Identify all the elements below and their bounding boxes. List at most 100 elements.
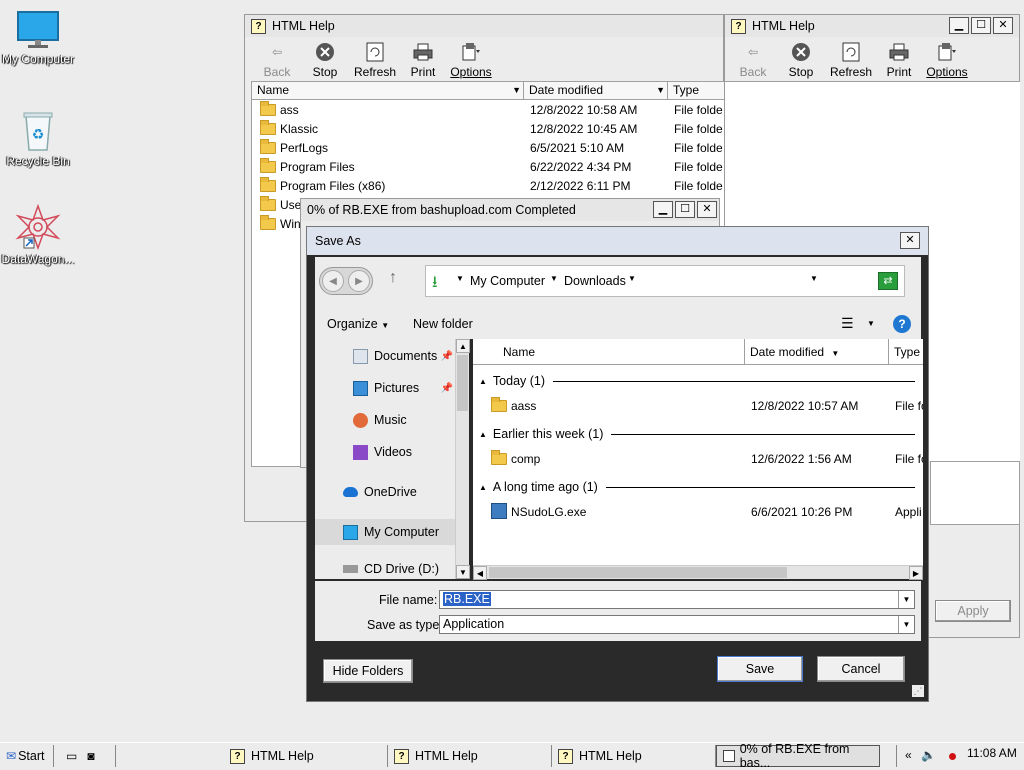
minimize-button[interactable]: ▁ [949,17,969,34]
new-folder-button[interactable]: New folder [413,317,473,331]
group-header[interactable]: ▲ Today (1) [479,371,915,391]
organize-button[interactable]: Organize ▼ [327,317,389,331]
column-header-date[interactable]: Date modified ▼ [745,339,889,365]
save-type-select[interactable]: Application ▼ [439,615,915,634]
taskbar-item-download[interactable]: 0% of RB.EXE from bas... [716,742,880,770]
stop-button[interactable]: Stop [299,37,351,79]
back-button[interactable]: ⇦ Back [727,37,779,79]
column-header-type[interactable]: Type [668,82,726,100]
close-button[interactable]: ✕ [697,201,717,218]
address-bar[interactable]: ⭳ ▼ My Computer ▼ Downloads ▼ ▼ ⇄ [425,265,905,297]
hide-folders-button[interactable]: Hide Folders [323,659,413,683]
nav-label: Music [374,413,407,427]
desktop-icon-datawagon[interactable]: DataWagon... [0,204,76,266]
chevron-down-icon[interactable]: ▼ [656,82,665,99]
navigation-pane[interactable]: Documents 📌 Pictures 📌 Music Videos OneD… [315,339,470,579]
back-arrow-icon[interactable]: ◀ [322,270,344,292]
options-button[interactable]: Options [921,37,973,79]
chevron-down-icon[interactable]: ▼ [628,274,636,283]
taskbar-item-html-help-2[interactable]: ? HTML Help [388,745,552,767]
desktop-icon-label: Recycle Bin [6,154,70,168]
stop-button[interactable]: Stop [775,37,827,79]
taskbar-item-html-help-3[interactable]: ? HTML Help [552,745,716,767]
show-desktop-icon[interactable]: ▭ [66,749,77,763]
nav-item-my-computer[interactable]: My Computer [315,519,455,545]
back-forward-buttons[interactable]: ◀ ▶ [319,267,373,295]
group-header[interactable]: ▲ A long time ago (1) [479,477,915,497]
forward-arrow-icon[interactable]: ▶ [348,270,370,292]
maximize-button[interactable]: ☐ [675,201,695,218]
cancel-button[interactable]: Cancel [817,656,905,682]
quick-launch-icon[interactable]: ◙ [87,749,94,763]
nav-item-videos[interactable]: Videos [315,439,455,465]
minimize-icon: ▁ [658,203,668,215]
save-as-dialog[interactable]: Save As ✕ ◀ ▶ ↑ ⭳ ▼ My Computer ▼ Downlo… [306,226,929,702]
list-item[interactable]: comp 12/6/2022 1:56 AM File fo [473,450,923,469]
chevron-down-icon[interactable]: ▼ [867,319,875,328]
chevron-down-icon[interactable]: ▼ [550,274,558,283]
table-row[interactable]: Program Files (x86) 2/12/2022 6:11 PM Fi… [252,177,724,196]
nav-scrollbar[interactable]: ▲ ▼ [455,339,470,579]
title-bar[interactable]: ? HTML Help [245,15,723,37]
column-header-type[interactable]: Type [889,339,923,365]
file-name-input[interactable]: RB.EXE ▼ [439,590,915,609]
nav-item-onedrive[interactable]: OneDrive [315,479,455,505]
chevron-down-icon[interactable]: ▼ [456,274,464,283]
table-row[interactable]: ass 12/8/2022 10:58 AM File folde [252,101,724,120]
printer-icon [888,41,910,63]
desktop-icon-recycle-bin[interactable]: ♻ Recycle Bin [0,108,76,168]
table-row[interactable]: Program Files 6/22/2022 4:34 PM File fol… [252,158,724,177]
print-button[interactable]: Print [397,37,449,79]
speaker-icon[interactable]: 🔈 [921,748,936,762]
record-icon[interactable] [949,753,956,760]
up-arrow-icon[interactable]: ↑ [389,269,397,287]
chevron-down-icon[interactable]: ▼ [898,591,914,608]
save-button[interactable]: Save [717,656,803,682]
nav-item-music[interactable]: Music [315,407,455,433]
nav-item-documents[interactable]: Documents 📌 [315,343,455,369]
column-header-name[interactable]: Name ▼ [252,82,524,100]
save-file-list[interactable]: Name Date modified ▼ Type ▲ Today (1) aa… [473,339,923,580]
table-row[interactable]: PerfLogs 6/5/2021 5:10 AM File folde [252,139,724,158]
back-button[interactable]: ⇦ Back [251,37,303,79]
options-button[interactable]: Options [445,37,497,79]
scroll-up-icon[interactable]: ▲ [456,339,470,353]
close-button[interactable]: ✕ [993,17,1013,34]
scroll-down-icon[interactable]: ▼ [456,565,470,579]
group-header[interactable]: ▲ Earlier this week (1) [479,424,915,444]
scroll-left-icon[interactable]: ◀ [473,566,487,580]
breadcrumb-downloads[interactable]: Downloads [564,274,626,288]
column-header-date[interactable]: Date modified ▼ [524,82,668,100]
refresh-button[interactable]: Refresh [349,37,401,79]
help-icon[interactable]: ? [893,315,911,333]
start-button[interactable]: ✉ Start [2,745,54,767]
apply-button[interactable]: Apply [935,600,1011,622]
chevron-left-icon[interactable]: « [905,748,912,762]
desktop-icon-my-computer[interactable]: My Computer [0,10,76,66]
taskbar-item-html-help-1[interactable]: ? HTML Help [224,745,388,767]
title-bar[interactable]: Save As [307,227,928,255]
resize-grip-icon[interactable]: ⋰ [912,685,924,697]
chevron-down-icon[interactable]: ▼ [512,82,521,99]
column-header-name[interactable]: Name [473,339,745,365]
refresh-icon[interactable]: ⇄ [878,272,898,290]
maximize-button[interactable]: ☐ [971,17,991,34]
scroll-right-icon[interactable]: ▶ [909,566,923,580]
view-options-icon[interactable]: ☰ [841,315,854,332]
list-item[interactable]: aass 12/8/2022 10:57 AM File fo [473,397,923,416]
refresh-button[interactable]: Refresh [825,37,877,79]
table-row[interactable]: Klassic 12/8/2022 10:45 AM File folde [252,120,724,139]
chevron-down-icon[interactable]: ▼ [898,616,914,633]
minimize-button[interactable]: ▁ [653,201,673,218]
clock[interactable]: 11:08 AM [967,746,1017,760]
list-item[interactable]: NSudoLG.exe 6/6/2021 10:26 PM Appli [473,503,923,522]
horizontal-scrollbar[interactable]: ◀ ▶ [473,565,923,580]
scroll-thumb[interactable] [489,567,787,578]
print-button[interactable]: Print [873,37,925,79]
close-button[interactable]: ✕ [900,232,920,249]
nav-item-pictures[interactable]: Pictures 📌 [315,375,455,401]
nav-item-cd-drive[interactable]: CD Drive (D:) [315,559,455,579]
scroll-thumb[interactable] [457,355,468,411]
address-dropdown-icon[interactable]: ▼ [810,274,818,283]
breadcrumb-my-computer[interactable]: My Computer [470,274,545,288]
